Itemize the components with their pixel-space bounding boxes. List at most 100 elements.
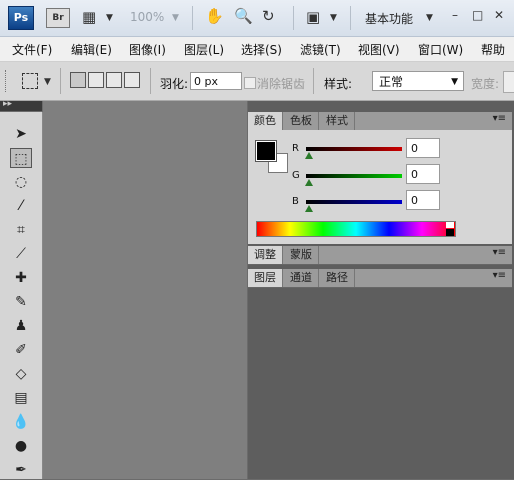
foreground-color-swatch[interactable] (255, 140, 277, 162)
width-label: 宽度: (471, 77, 500, 91)
intersect-selection-icon[interactable] (124, 72, 140, 88)
title-bar: Ps Br ▦ ▼ 100% ▼ ✋ 🔍 ↻ ▣ ▼ 基本功能 ▼ – □ ✕ (0, 0, 514, 37)
marquee-tool-icon[interactable]: ⬚ (10, 148, 32, 168)
chevron-down-icon: ▼ (451, 77, 458, 87)
tab-paths[interactable]: 路径 (320, 269, 355, 287)
gradient-tool-icon[interactable]: ▤ (10, 388, 32, 408)
lasso-tool-icon[interactable]: ◌ (10, 172, 32, 192)
divider (192, 6, 193, 30)
green-value-input[interactable]: 0 (406, 164, 440, 184)
marquee-preset-icon[interactable] (22, 73, 38, 89)
chevron-down-icon[interactable]: ▼ (44, 77, 51, 87)
blue-label: B (292, 196, 299, 207)
healing-tool-icon[interactable]: ✚ (10, 268, 32, 288)
hand-icon[interactable]: ✋ (205, 7, 224, 25)
move-tool-icon[interactable]: ➤ (10, 124, 32, 144)
options-bar: ▼ 羽化: 0 px 消除锯齿 样式: 正常 ▼ 宽度: (0, 62, 514, 101)
workspace-switcher[interactable]: 基本功能 (365, 10, 413, 27)
menu-edit[interactable]: 编辑(E) (71, 41, 112, 58)
panel-menu-icon[interactable]: ▾≡ (493, 270, 506, 281)
tab-adjustments[interactable]: 调整 (248, 246, 283, 264)
rotate-icon[interactable]: ↻ (262, 7, 275, 25)
eraser-tool-icon[interactable]: ◇ (10, 364, 32, 384)
menu-select[interactable]: 选择(S) (241, 41, 282, 58)
arrange-icon[interactable]: ▣ (306, 8, 320, 26)
expand-icon[interactable]: ▸▸ (3, 99, 12, 109)
zoom-icon[interactable]: 🔍 (234, 7, 253, 25)
blue-thumb[interactable] (305, 205, 313, 212)
zoom-level[interactable]: 100% (130, 10, 164, 24)
antialias-checkbox[interactable] (244, 77, 256, 89)
red-slider[interactable] (306, 147, 402, 151)
panel-menu-icon[interactable]: ▾≡ (493, 247, 506, 258)
photoshop-logo: Ps (8, 6, 34, 30)
pen-tool-icon[interactable]: ✒ (10, 460, 32, 480)
menu-layer[interactable]: 图层(L) (184, 41, 224, 58)
green-slider[interactable] (306, 174, 402, 178)
stamp-tool-icon[interactable]: ♟ (10, 316, 32, 336)
color-panel-tabs: 颜色 色板 样式 ▾≡ (248, 112, 512, 131)
feather-input[interactable]: 0 px (190, 72, 242, 90)
history-brush-tool-icon[interactable]: ✐ (10, 340, 32, 360)
antialias-label: 消除锯齿 (257, 77, 306, 91)
menu-filter[interactable]: 滤镜(T) (300, 41, 341, 58)
red-thumb[interactable] (305, 152, 313, 159)
menu-help[interactable]: 帮助 (481, 41, 505, 58)
style-select[interactable]: 正常 ▼ (372, 71, 464, 91)
panel-menu-icon[interactable]: ▾≡ (493, 113, 506, 124)
menu-file[interactable]: 文件(F) (12, 41, 52, 58)
dodge-tool-icon[interactable]: ● (10, 436, 32, 456)
adjustments-panel-tabs: 调整 蒙版 ▾≡ (248, 246, 512, 265)
white-swatch[interactable] (446, 222, 454, 228)
eyedropper-tool-icon[interactable]: ⟋ (10, 244, 32, 264)
add-selection-icon[interactable] (88, 72, 104, 88)
style-value: 正常 (379, 75, 404, 89)
divider (350, 6, 351, 30)
brush-tool-icon[interactable]: ✎ (10, 292, 32, 312)
menu-view[interactable]: 视图(V) (358, 41, 400, 58)
black-swatch[interactable] (446, 229, 454, 236)
chevron-down-icon[interactable]: ▼ (330, 13, 337, 23)
menu-window[interactable]: 窗口(W) (418, 41, 463, 58)
new-selection-icon[interactable] (70, 72, 86, 88)
style-label: 样式: (324, 77, 353, 91)
close-button[interactable]: ✕ (494, 8, 504, 22)
magic-wand-tool-icon[interactable]: ⁄ (10, 196, 32, 216)
tab-swatches[interactable]: 色板 (284, 112, 319, 130)
tab-styles[interactable]: 样式 (320, 112, 355, 130)
film-icon[interactable]: ▦ (82, 8, 96, 26)
toolbox-strip[interactable]: ▸▸ (0, 99, 42, 111)
red-value-input[interactable]: 0 (406, 138, 440, 158)
grip-handle[interactable] (5, 70, 9, 92)
tab-layers[interactable]: 图层 (248, 269, 283, 287)
blue-value-input[interactable]: 0 (406, 190, 440, 210)
chevron-down-icon[interactable]: ▼ (426, 13, 433, 23)
green-thumb[interactable] (305, 179, 313, 186)
divider (150, 68, 151, 94)
layers-panel-tabs: 图层 通道 路径 ▾≡ (248, 269, 512, 288)
divider (60, 68, 61, 94)
minimize-button[interactable]: – (452, 8, 458, 22)
document-canvas[interactable] (43, 101, 247, 479)
color-spectrum-bar[interactable] (256, 221, 456, 237)
tab-masks[interactable]: 蒙版 (284, 246, 319, 264)
chevron-down-icon[interactable]: ▼ (106, 13, 113, 23)
bridge-button[interactable]: Br (46, 8, 70, 28)
restore-button[interactable]: □ (472, 8, 483, 22)
width-input[interactable] (503, 71, 514, 93)
subtract-selection-icon[interactable] (106, 72, 122, 88)
tab-channels[interactable]: 通道 (284, 269, 319, 287)
chevron-down-icon[interactable]: ▼ (172, 13, 179, 23)
divider (293, 6, 294, 30)
crop-tool-icon[interactable]: ⌗ (10, 220, 32, 240)
divider (313, 68, 314, 94)
color-panel: R 0 G 0 B 0 (248, 130, 512, 244)
blur-tool-icon[interactable]: 💧 (10, 412, 32, 432)
red-label: R (292, 143, 299, 154)
green-label: G (292, 170, 300, 181)
tab-color[interactable]: 颜色 (248, 112, 283, 130)
menu-bar: 文件(F) 编辑(E) 图像(I) 图层(L) 选择(S) 滤镜(T) 视图(V… (0, 37, 514, 62)
toolbox: ➤ ⬚ ◌ ⁄ ⌗ ⟋ ✚ ✎ ♟ ✐ ◇ ▤ 💧 ● ✒ (0, 112, 43, 479)
blue-slider[interactable] (306, 200, 402, 204)
menu-image[interactable]: 图像(I) (129, 41, 166, 58)
